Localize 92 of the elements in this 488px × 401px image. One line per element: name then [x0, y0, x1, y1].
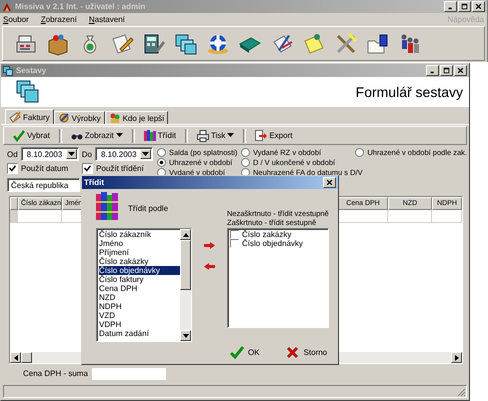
list-item[interactable]: Číslo zakázky — [99, 257, 180, 266]
tab[interactable]: Kdo je lepší — [104, 111, 168, 124]
close-button[interactable] — [323, 177, 336, 188]
app-icon — [2, 2, 12, 12]
toolbar-button[interactable]: Export — [250, 130, 298, 142]
checkmark-icon — [230, 346, 244, 359]
date-label: Do — [82, 150, 92, 158]
checkmark-icon — [13, 130, 25, 142]
close-icon — [457, 67, 464, 74]
date-label: Od — [7, 150, 18, 158]
folder-computer-icon[interactable] — [366, 32, 390, 56]
pencil-paper-icon — [9, 111, 21, 123]
menu-item[interactable]: Nastavení — [88, 14, 125, 24]
form-heading: Formulář sestavy — [356, 84, 463, 100]
windows-icon — [3, 66, 13, 76]
cross-icon — [286, 346, 300, 359]
windows-icon — [15, 79, 41, 105]
scroll-left-icon — [14, 354, 18, 360]
tools-icon[interactable] — [334, 32, 358, 56]
checkbox[interactable] — [230, 230, 239, 239]
window-title: Třídit — [84, 178, 105, 187]
tab[interactable]: Výrobky — [54, 111, 105, 124]
printer-icon — [196, 130, 209, 142]
toolbar-button[interactable]: Vybrat — [8, 130, 55, 142]
scroll-thumb[interactable] — [21, 352, 32, 363]
list-item[interactable]: NDPH — [99, 302, 180, 311]
country-field[interactable]: Česká republika — [7, 178, 80, 192]
remove-button[interactable] — [202, 263, 217, 270]
radio-button[interactable] — [241, 148, 250, 156]
cancel-button[interactable]: Storno — [280, 345, 334, 360]
checkbox[interactable] — [7, 163, 18, 174]
dialog-heading: Třídit podle — [128, 204, 168, 213]
scroll-up-icon — [182, 232, 188, 236]
radio-button[interactable] — [157, 158, 166, 166]
window-title: Missiva v 2.1 Int. - uživatel : admin — [15, 2, 146, 11]
radio-button[interactable] — [241, 158, 250, 166]
list-item[interactable]: Cena DPH — [99, 284, 180, 293]
table-cell — [432, 210, 462, 223]
list-item[interactable]: Číslo zákazník — [99, 230, 180, 239]
close-icon — [326, 179, 333, 186]
export-icon — [255, 130, 268, 142]
radio-button[interactable] — [157, 148, 166, 156]
list-item[interactable]: Číslo faktury — [99, 275, 180, 284]
windows-icon[interactable] — [174, 32, 198, 56]
pencil-ball-icon — [58, 112, 70, 124]
list-item[interactable]: VDPH — [99, 320, 180, 329]
checkbox-label: Číslo objednávky — [242, 239, 303, 248]
list-item[interactable]: Jméno — [99, 239, 180, 248]
radio-button[interactable] — [355, 148, 364, 156]
maximize-icon — [443, 67, 450, 74]
sum-field[interactable] — [92, 368, 166, 380]
table-cell — [388, 210, 432, 223]
checkbox-label: Číslo zakázky — [242, 230, 292, 239]
scroll-right-icon — [454, 354, 458, 360]
toolbar-button[interactable]: Třídit — [138, 130, 181, 142]
list-item[interactable]: VZD — [99, 311, 180, 320]
sum-label: Cena DPH - suma — [23, 369, 88, 378]
ok-button[interactable]: OK — [224, 345, 266, 360]
close-icon — [475, 3, 482, 10]
box-icon[interactable] — [46, 32, 70, 56]
list-item[interactable]: Číslo objednávky — [99, 266, 180, 275]
checkbox[interactable] — [82, 163, 94, 174]
menu-item[interactable]: Soubor — [3, 14, 29, 24]
calculator-icon[interactable] — [142, 32, 166, 56]
menu-item[interactable]: Zobrazení — [40, 14, 77, 24]
date-field[interactable]: 8.10.2003 — [20, 147, 79, 161]
checkbox-label: Použít datum — [21, 164, 68, 173]
date-field[interactable]: 8.10.2003 — [94, 147, 153, 161]
scroll-thumb[interactable] — [180, 240, 191, 290]
list-item[interactable]: NZD — [99, 293, 180, 302]
field-list[interactable]: Číslo zákazník Jméno Příjmení Číslo zakázky Číslo objednávky Číslo faktury Cena DPH NZD NDPH VZD VDPH Datum zadání — [96, 228, 192, 342]
note-icon[interactable] — [302, 32, 326, 56]
left-arrow-icon — [204, 263, 215, 270]
figures-icon — [108, 112, 121, 124]
drawing-pen-icon[interactable] — [110, 32, 134, 56]
dropdown-arrow-icon — [142, 152, 149, 156]
sort-list[interactable]: Číslo zakázky Číslo objednávky — [227, 228, 329, 328]
tab[interactable]: Faktury — [5, 109, 54, 124]
right-arrow-icon — [204, 242, 215, 249]
dropdown-arrow-icon — [68, 152, 75, 156]
books-icon — [96, 192, 118, 220]
checkbox-label: Použít třídění — [96, 164, 144, 173]
vertical-scrollbar[interactable] — [180, 229, 191, 341]
add-button[interactable] — [202, 242, 217, 249]
toolbar-button[interactable]: Zobrazit — [66, 130, 128, 142]
list-item[interactable]: Příjmení — [99, 248, 180, 257]
list-item[interactable]: Datum zadání — [99, 329, 180, 338]
toolbar-button[interactable]: Tisk — [192, 130, 240, 142]
scroll-down-icon — [182, 334, 188, 338]
window-title: Sestavy — [16, 66, 48, 75]
maximize-icon — [461, 3, 468, 10]
books-icon — [144, 130, 156, 142]
